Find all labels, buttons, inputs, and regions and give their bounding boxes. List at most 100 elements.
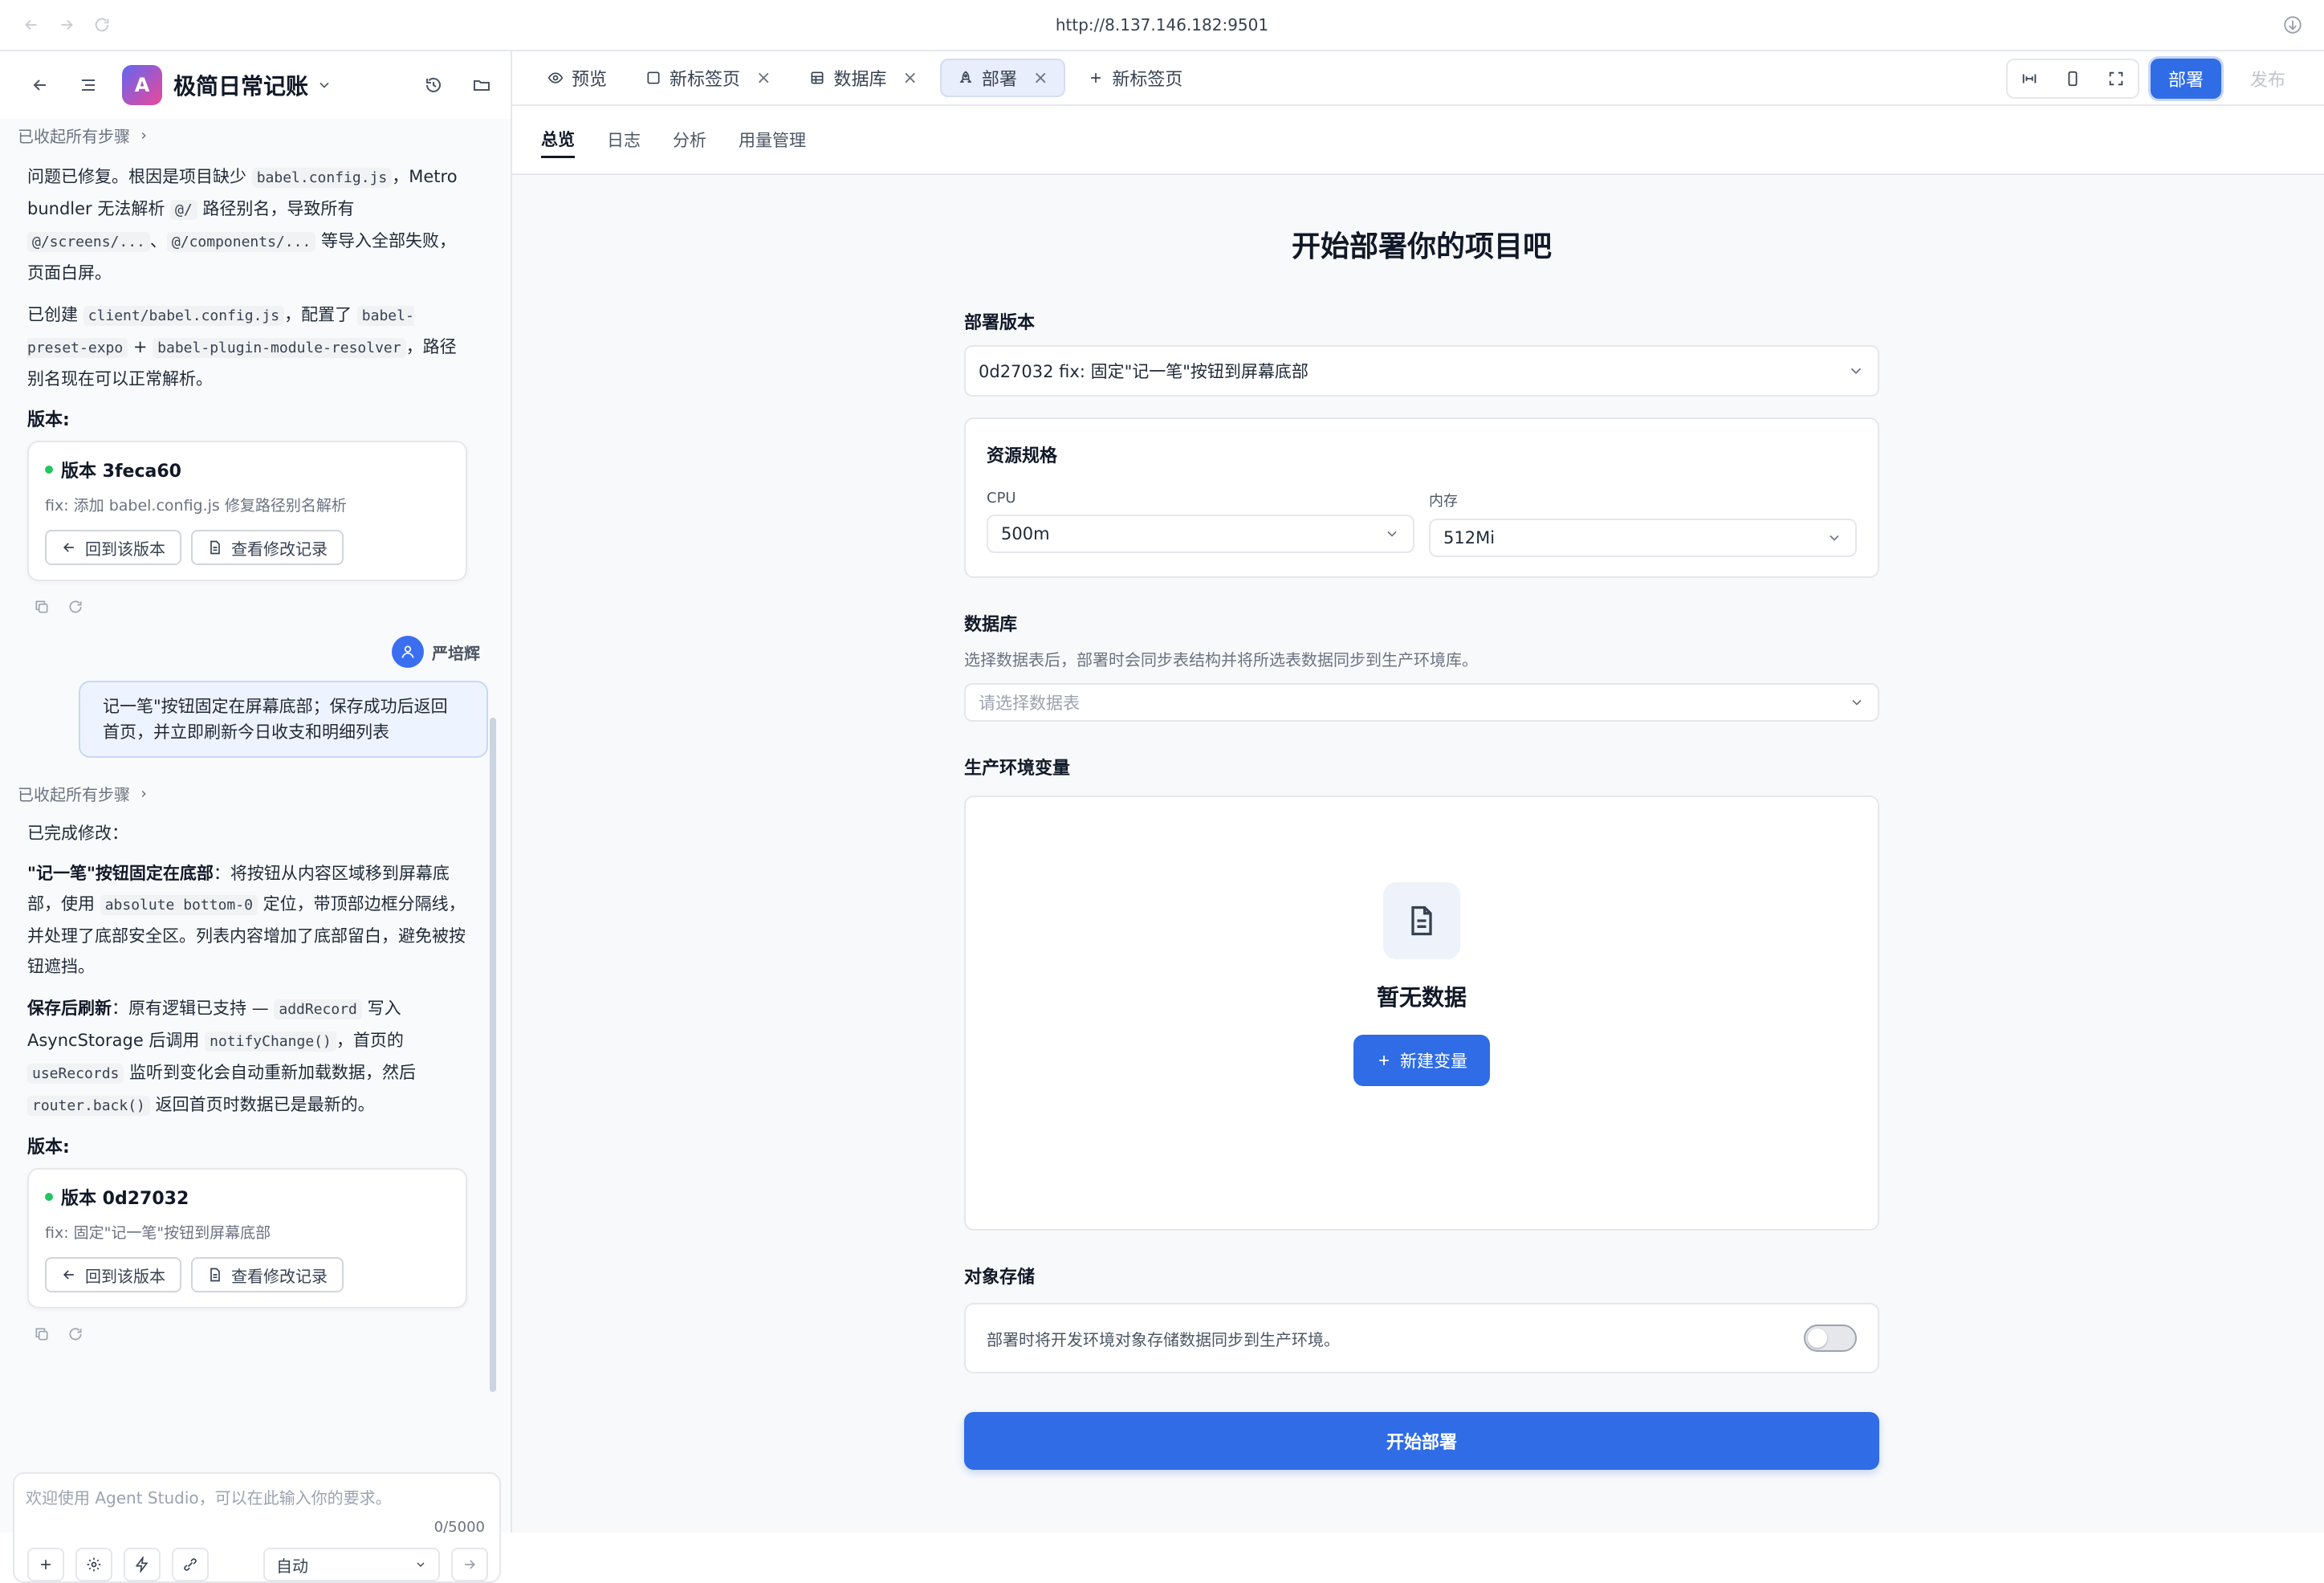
user-message: 记一笔"按钮固定在屏幕底部；保存成功后返回首页，并立即刷新今日收支和明细列表 [79,681,488,758]
app-title[interactable]: 极简日常记账 [173,69,308,101]
inline-code: addRecord [274,999,362,1019]
plugin-icon[interactable] [172,1548,209,1581]
close-icon[interactable]: × [756,68,771,88]
lightning-icon[interactable] [124,1548,161,1581]
start-deploy-button[interactable]: 开始部署 [964,1412,1879,1470]
version-desc: fix: 固定"记一笔"按钮到屏幕底部 [45,1224,271,1242]
deploy-form: 开始部署你的项目吧 部署版本 0d27032 fix: 固定"记一笔"按钮到屏幕… [964,175,1879,1470]
inline-code: @/ [170,200,197,220]
database-placeholder: 请选择数据表 [979,694,1080,713]
tab-label: 部署 [981,70,1017,90]
database-select[interactable]: 请选择数据表 [964,683,1879,722]
copy-icon[interactable] [34,1326,50,1342]
plus-icon [1088,70,1104,86]
address-bar[interactable]: http://8.137.146.182:9501 [0,15,2324,35]
inline-code: client/babel.config.js [83,306,285,326]
folder-icon[interactable] [466,69,498,101]
user-header: 严培辉 [18,636,480,668]
tab-new-1[interactable]: 新标签页 × [629,59,787,97]
memory-label: 内存 [1429,493,1458,510]
assistant-paragraph: 保存后刷新：原有逻辑已支持 — addRecord 写入 AsyncStorag… [27,993,470,1121]
assistant-paragraph: 问题已修复。根因是项目缺少 babel.config.js ，Metro bund… [27,161,470,288]
status-dot [45,466,53,474]
inline-code: babel.config.js [251,168,393,188]
subtab-overview[interactable]: 总览 [541,122,575,158]
version-title: 版本 3feca60 [61,462,181,482]
view-changes-label: 查看修改记录 [231,539,328,559]
download-icon[interactable] [2282,14,2303,35]
version-card: 版本 0d27032 fix: 固定"记一笔"按钮到屏幕底部 回到该版本 查看修… [27,1168,467,1308]
user-avatar-icon [392,636,424,668]
mobile-icon[interactable] [2051,60,2094,97]
version-label: 版本: [27,410,70,430]
subtab-analytics[interactable]: 分析 [673,123,706,157]
chat-scrollbar[interactable] [490,718,496,1392]
tab-label: 数据库 [833,70,887,90]
deploy-button[interactable]: 部署 [2150,59,2221,99]
chat-input[interactable]: 欢迎使用 Agent Studio，可以在此输入你的要求。 [26,1485,392,1508]
version-select-value: 0d27032 fix: 固定"记一笔"按钮到屏幕底部 [979,362,1309,381]
settings-icon[interactable] [75,1548,112,1581]
text: 、 [149,231,167,250]
app-avatar: A [122,65,162,105]
revert-version-button[interactable]: 回到该版本 [45,530,181,565]
send-icon[interactable] [451,1548,488,1581]
regenerate-icon[interactable] [67,1326,83,1342]
chevron-down-icon[interactable] [308,69,340,101]
tab-deploy[interactable]: 部署 × [939,59,1066,97]
document-icon [207,539,223,555]
revert-version-button[interactable]: 回到该版本 [45,1257,181,1292]
view-changes-button[interactable]: 查看修改记录 [191,530,344,565]
tab-database[interactable]: 数据库 × [793,59,933,97]
assistant-paragraph: "记一笔"按钮固定在底部：将按钮从内容区域移到屏幕底部，使用 absolute … [27,858,470,982]
arrow-left-icon [61,539,77,555]
text: 监听到变化会自动重新加载数据，然后 [124,1063,417,1082]
menu-icon[interactable] [72,69,104,101]
cpu-select[interactable]: 500m [987,515,1414,553]
chevron-down-icon [1847,362,1865,380]
subtab-logs[interactable]: 日志 [607,123,641,157]
chat-panel: A 极简日常记账 已收起所有步骤 问题已修复。根因是项目缺少 babel.con… [0,51,512,1583]
tab-preview[interactable]: 预览 [531,59,623,97]
cpu-value: 500m [1001,524,1050,543]
close-icon[interactable]: × [902,68,917,88]
collapsed-steps-label: 已收起所有步骤 [18,785,130,804]
chevron-right-icon [138,788,149,800]
env-title: 生产环境变量 [964,759,1071,779]
version-select[interactable]: 0d27032 fix: 固定"记一笔"按钮到屏幕底部 [964,345,1879,397]
chat-header: A 极简日常记账 [0,51,511,119]
regenerate-icon[interactable] [67,599,83,615]
history-icon[interactable] [417,69,450,101]
rocket-icon [958,70,974,86]
tab-new-2[interactable]: 新标签页 [1072,59,1199,97]
text: 问题已修复。根因是项目缺少 [27,167,252,186]
fullscreen-icon[interactable] [2094,60,2138,97]
collapsed-steps[interactable]: 已收起所有步骤 [18,782,480,805]
close-icon[interactable]: × [1033,68,1048,88]
storage-toggle[interactable] [1804,1325,1857,1352]
mode-select[interactable]: 自动 [263,1548,440,1581]
status-dot [45,1193,53,1201]
page-title: 开始部署你的项目吧 [1291,230,1552,263]
memory-select[interactable]: 512Mi [1429,519,1857,557]
tab-bar: 预览 新标签页 × 数据库 × 部署 × 新标签页 部署 发布 [512,51,2324,106]
text: ，首页的 [336,1031,404,1050]
chevron-right-icon [138,130,149,141]
publish-button[interactable]: 发布 [2232,59,2303,99]
add-variable-button[interactable]: 新建变量 [1353,1035,1490,1086]
char-counter: 0/5000 [433,1519,485,1536]
square-icon [645,70,661,86]
mode-value: 自动 [276,1556,308,1576]
text: ：原有逻辑已支持 — [112,999,275,1018]
copy-icon[interactable] [34,599,50,615]
back-arrow-icon[interactable] [24,69,56,101]
subtab-usage[interactable]: 用量管理 [739,123,806,157]
chat-input-box: 欢迎使用 Agent Studio，可以在此输入你的要求。 0/5000 自动 [13,1472,501,1583]
split-view-icon[interactable] [2008,60,2051,97]
document-icon [207,1267,223,1283]
add-variable-label: 新建变量 [1400,1052,1467,1071]
add-icon[interactable] [27,1548,64,1581]
view-changes-button[interactable]: 查看修改记录 [191,1257,344,1292]
collapsed-steps[interactable]: 已收起所有步骤 [18,124,480,147]
resources-card: 资源规格 CPU 500m 内存 512Mi [964,417,1879,578]
